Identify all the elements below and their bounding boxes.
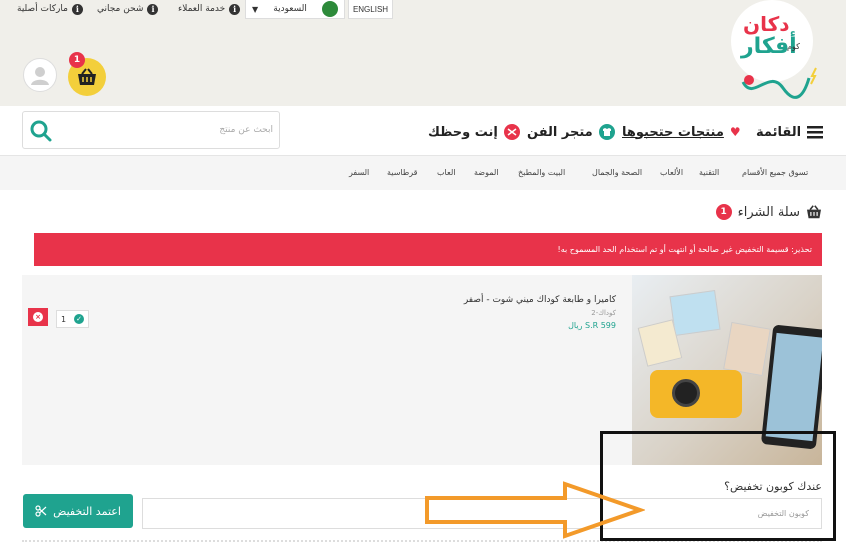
quantity-stepper[interactable]: 1 ✓ bbox=[56, 310, 89, 328]
category-link[interactable]: قرطاسية bbox=[387, 168, 417, 177]
apply-coupon-button[interactable]: اعتمد التخفيض bbox=[23, 494, 133, 528]
item-name[interactable]: كاميرا و طابعة كوداك ميني شوت - أصفر bbox=[464, 295, 616, 305]
customer-service-link[interactable]: i خدمة العملاء bbox=[178, 2, 241, 16]
coupon-warning-alert: تحذير: قسيمة التخفيض غير صالحة أو انتهت … bbox=[34, 233, 822, 266]
info-icon: i bbox=[147, 3, 159, 15]
nav-luck-label: إنت وحظك bbox=[428, 124, 498, 140]
photo-print bbox=[723, 321, 771, 377]
free-shipping-link[interactable]: i شحن مجاني bbox=[97, 2, 159, 16]
category-link[interactable]: الصحة والجمال bbox=[592, 168, 642, 177]
search-box bbox=[22, 111, 280, 149]
site-logo[interactable]: دكان أفكار كوم bbox=[731, 0, 821, 104]
logo-text-com: كوم bbox=[787, 42, 800, 51]
photo-print bbox=[669, 289, 721, 337]
cart-title-label: سلة الشراء bbox=[737, 204, 800, 220]
category-link[interactable]: السفر bbox=[349, 168, 369, 177]
heart-icon: ♥ bbox=[729, 125, 741, 139]
customer-service-label: خدمة العملاء bbox=[178, 4, 226, 14]
item-brand: كوداك-2 bbox=[591, 309, 616, 317]
search-icon[interactable] bbox=[29, 119, 53, 143]
search-input[interactable] bbox=[63, 112, 273, 148]
scissors-icon bbox=[35, 505, 47, 517]
quantity-value: 1 bbox=[60, 314, 67, 324]
saudi-flag-icon bbox=[322, 1, 338, 17]
caret-down-icon: ▼ bbox=[252, 4, 259, 14]
nav-menu[interactable]: القائمة bbox=[756, 122, 824, 142]
country-selector[interactable]: السعودية ▼ bbox=[245, 0, 345, 19]
info-icon: i bbox=[71, 3, 83, 15]
original-brands-link[interactable]: i ماركات أصلية bbox=[17, 2, 83, 16]
nav-favorites-label: منتجات حتحبوها bbox=[622, 124, 724, 140]
category-link[interactable]: البيت والمطبخ bbox=[518, 168, 565, 177]
annotation-arrow-icon bbox=[425, 481, 645, 539]
language-button[interactable]: ENGLISH bbox=[348, 0, 393, 19]
nav-art-store[interactable]: متجر الفن bbox=[527, 122, 615, 142]
category-link[interactable]: الموضة bbox=[474, 168, 499, 177]
cart-title: سلة الشراء 1 bbox=[715, 204, 822, 220]
nav-favorites[interactable]: ♥ منتجات حتحبوها bbox=[622, 122, 741, 142]
logo-plug-icon bbox=[741, 67, 817, 99]
nav-art-store-label: متجر الفن bbox=[527, 124, 593, 140]
basket-icon bbox=[78, 68, 96, 85]
tshirt-icon bbox=[598, 124, 615, 140]
category-link[interactable]: تسوق جميع الأقسام bbox=[742, 168, 808, 177]
main-navbar: القائمة ♥ منتجات حتحبوها متجر الفن إنت و… bbox=[0, 106, 846, 156]
category-link[interactable]: العاب bbox=[437, 168, 456, 177]
free-shipping-label: شحن مجاني bbox=[97, 4, 144, 14]
nav-luck[interactable]: إنت وحظك bbox=[428, 122, 520, 142]
alert-text: تحذير: قسيمة التخفيض غير صالحة أو انتهت … bbox=[557, 245, 812, 254]
hamburger-icon bbox=[807, 126, 824, 139]
user-avatar[interactable] bbox=[23, 58, 57, 92]
apply-coupon-label: اعتمد التخفيض bbox=[53, 504, 121, 518]
country-label: السعودية bbox=[273, 4, 307, 14]
camera-lens bbox=[672, 379, 700, 407]
logo-text-dukkan: دكان bbox=[743, 12, 790, 36]
refresh-icon[interactable]: ✓ bbox=[74, 314, 85, 324]
cart-count-badge: 1 bbox=[69, 52, 85, 68]
category-link[interactable]: التقنية bbox=[699, 168, 719, 177]
basket-icon bbox=[807, 205, 821, 219]
close-icon: × bbox=[33, 312, 43, 322]
cart-title-count: 1 bbox=[715, 204, 732, 220]
user-icon bbox=[31, 67, 49, 85]
remove-item-button[interactable]: × bbox=[28, 308, 48, 326]
info-icon: i bbox=[229, 3, 241, 15]
original-brands-label: ماركات أصلية bbox=[17, 4, 68, 14]
category-bar: تسوق جميع الأقسام التقنية الألعاب الصحة … bbox=[0, 156, 846, 190]
item-price: 599 S.R ريال bbox=[568, 321, 616, 330]
category-link[interactable]: الألعاب bbox=[660, 168, 683, 177]
shuffle-icon bbox=[503, 124, 520, 140]
nav-menu-label: القائمة bbox=[756, 124, 802, 140]
